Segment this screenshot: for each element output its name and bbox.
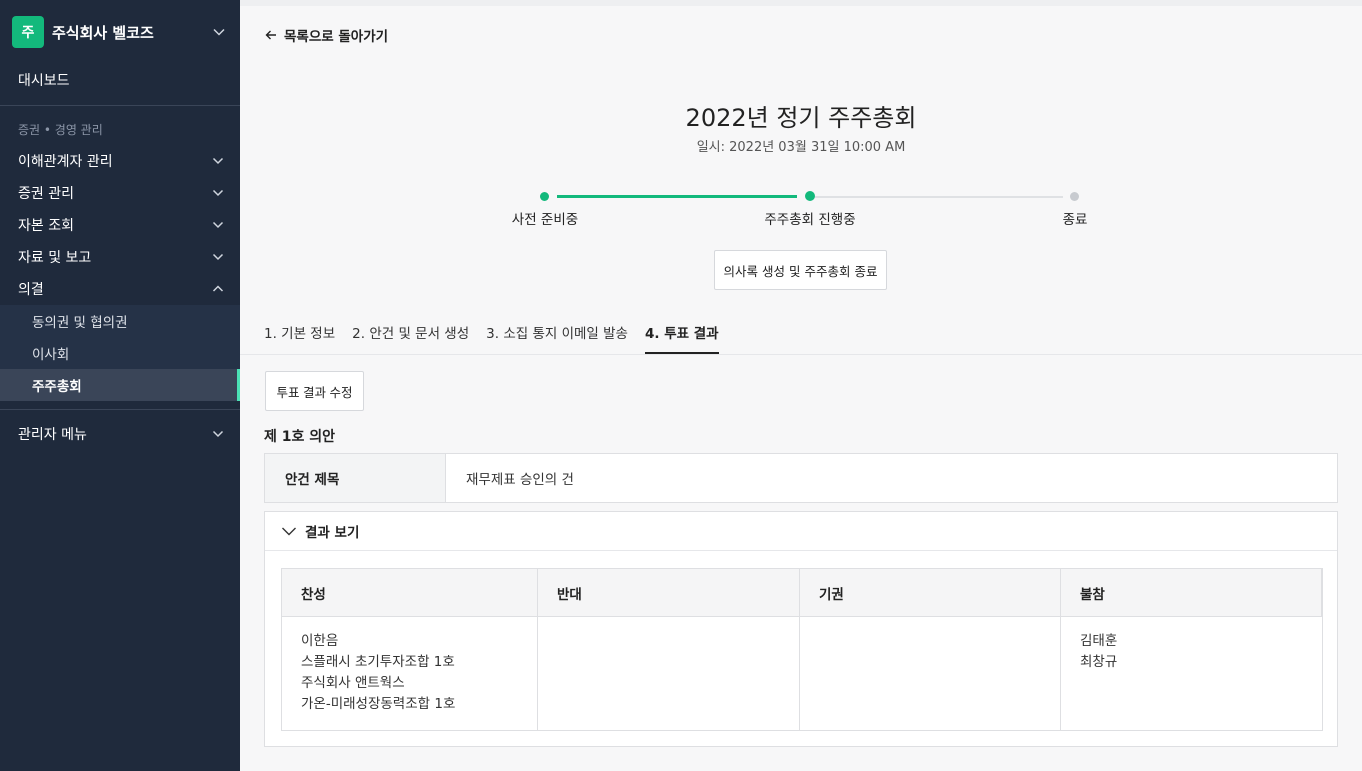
sidebar-item-label: 자료 및 보고 (18, 250, 92, 266)
sidebar-item-label: 증권 관리 (18, 186, 74, 202)
sidebar-item-label: 관리자 메뉴 (18, 427, 87, 443)
arrow-left-icon (265, 30, 276, 40)
voter-name: 스플래시 초기투자조합 1호 (301, 654, 455, 670)
chevron-up-icon (209, 280, 227, 298)
end-meeting-button[interactable]: 의사록 생성 및 주주총회 종료 (714, 250, 887, 290)
chevron-down-icon (209, 184, 227, 202)
sidebar-item-resolutions[interactable]: 의결 (0, 273, 240, 305)
agenda-title-value: 재무제표 승인의 건 (466, 472, 574, 488)
step-label-prepare: 사전 준비중 (511, 212, 579, 228)
sidebar: 주 주식회사 벨코즈 대시보드 증권 • 경영 관리 이해관계자 관리 증권 관… (0, 0, 240, 771)
sidebar-item-label: 의결 (18, 282, 44, 298)
company-name: 주식회사 벨코즈 (52, 23, 154, 42)
stepper-line-complete (557, 195, 797, 198)
top-strip (240, 0, 1362, 6)
sidebar-subitem-consent[interactable]: 동의권 및 협의권 (0, 305, 240, 337)
voter-name: 최창규 (1080, 654, 1118, 670)
voter-name: 이한음 (301, 633, 339, 649)
edit-vote-results-button[interactable]: 투표 결과 수정 (265, 371, 364, 411)
company-logo: 주 (12, 16, 44, 48)
meeting-datetime: 일시: 2022년 03월 31일 10:00 AM (696, 140, 906, 155)
vote-cell-for: 이한음 스플래시 초기투자조합 1호 주식회사 앤트웍스 가온-미래성장동력조합… (282, 617, 538, 730)
vote-header-for: 찬성 (282, 569, 538, 617)
agenda-heading: 제 1호 의안 (264, 429, 336, 445)
progress-stepper: 사전 준비중 주주총회 진행중 종료 (240, 186, 1362, 230)
vote-result-table: 찬성 반대 기권 불참 이한음 스플래시 초기투자조합 1호 주식회사 앤트웍스… (281, 568, 1323, 731)
tab-vote-results[interactable]: 4. 투표 결과 (644, 316, 719, 354)
vote-cell-abstain (800, 617, 1061, 730)
sidebar-item-dashboard[interactable]: 대시보드 (0, 64, 240, 96)
sidebar-item-admin-menu[interactable]: 관리자 메뉴 (0, 418, 240, 450)
sidebar-subitem-shareholders-meeting[interactable]: 주주총회 (0, 369, 240, 401)
agenda-title-row: 안건 제목 재무제표 승인의 건 (264, 453, 1338, 503)
vote-header-abstain: 기권 (800, 569, 1061, 617)
result-panel: 결과 보기 찬성 반대 기권 불참 이한음 스플래시 초기투자조합 1호 주식회… (264, 511, 1338, 747)
voter-name: 가온-미래성장동력조합 1호 (301, 696, 456, 712)
sidebar-divider (0, 105, 240, 106)
result-toggle-label: 결과 보기 (305, 525, 360, 541)
page-title: 2022년 정기 주주총회 (685, 104, 917, 132)
result-toggle[interactable]: 결과 보기 (265, 512, 1337, 551)
step-label-finished: 종료 (1062, 212, 1088, 228)
step-dot-prepare (540, 192, 549, 201)
chevron-down-icon (209, 248, 227, 266)
tab-notice-email[interactable]: 3. 소집 통지 이메일 발송 (486, 316, 628, 354)
tab-agenda-documents[interactable]: 2. 안건 및 문서 생성 (352, 316, 469, 354)
step-label-in-progress: 주주총회 진행중 (764, 212, 856, 228)
sidebar-section-label: 증권 • 경영 관리 (18, 122, 103, 137)
voter-name: 주식회사 앤트웍스 (301, 675, 405, 691)
chevron-down-icon (282, 527, 296, 536)
vote-cell-absent: 김태훈 최창규 (1061, 617, 1322, 730)
vote-header-against: 반대 (538, 569, 800, 617)
main-content: 목록으로 돌아가기 2022년 정기 주주총회 일시: 2022년 03월 31… (240, 0, 1362, 771)
back-to-list-link[interactable]: 목록으로 돌아가기 (264, 24, 388, 46)
sidebar-item-label: 이해관계자 관리 (18, 154, 113, 170)
sidebar-item-reports[interactable]: 자료 및 보고 (0, 241, 240, 273)
chevron-down-icon (210, 23, 228, 41)
vote-header-absent: 불참 (1061, 569, 1322, 617)
chevron-down-icon (209, 152, 227, 170)
tab-basic-info[interactable]: 1. 기본 정보 (264, 316, 335, 354)
chevron-down-icon (209, 216, 227, 234)
back-label: 목록으로 돌아가기 (284, 29, 389, 45)
step-dot-finished (1070, 192, 1079, 201)
company-switcher[interactable]: 주 주식회사 벨코즈 (0, 0, 240, 64)
vote-cell-against (538, 617, 800, 730)
sidebar-item-label: 자본 조회 (18, 218, 74, 234)
chevron-down-icon (209, 425, 227, 443)
tab-divider (240, 354, 1362, 355)
tab-bar: 1. 기본 정보 2. 안건 및 문서 생성 3. 소집 통지 이메일 발송 4… (264, 316, 736, 354)
stepper-line-pending (815, 195, 1063, 198)
agenda-title-key: 안건 제목 (265, 454, 446, 502)
sidebar-item-stakeholders[interactable]: 이해관계자 관리 (0, 145, 240, 177)
sidebar-item-securities[interactable]: 증권 관리 (0, 177, 240, 209)
sidebar-subitem-board[interactable]: 이사회 (0, 337, 240, 369)
step-dot-in-progress (805, 191, 815, 201)
voter-name: 김태훈 (1080, 633, 1118, 649)
sidebar-item-capital[interactable]: 자본 조회 (0, 209, 240, 241)
